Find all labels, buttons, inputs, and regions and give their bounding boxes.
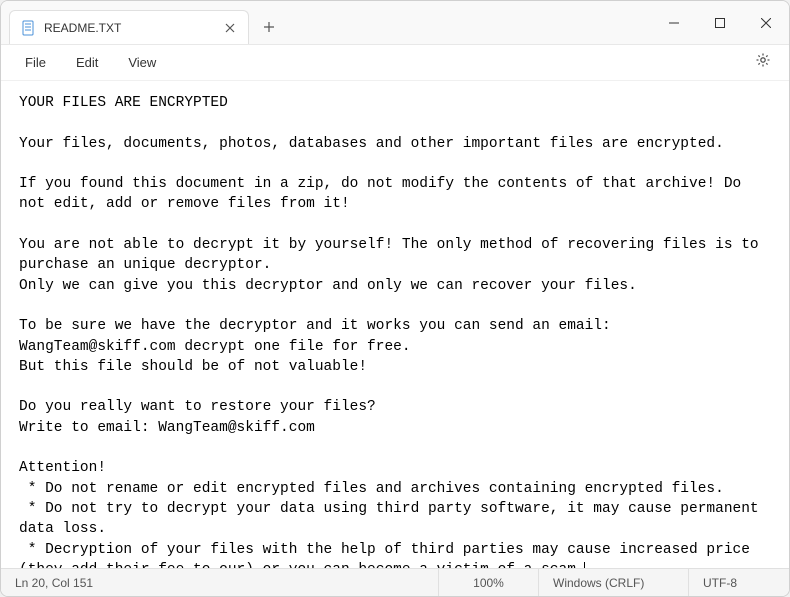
gear-icon [754, 51, 772, 74]
notepad-window: README.TXT File Edit View [0, 0, 790, 597]
document-text: YOUR FILES ARE ENCRYPTED Your files, doc… [19, 95, 767, 568]
maximize-button[interactable] [697, 1, 743, 45]
settings-button[interactable] [747, 47, 779, 79]
tab-title: README.TXT [44, 21, 214, 35]
tab-readme[interactable]: README.TXT [9, 10, 249, 44]
close-icon[interactable] [222, 20, 238, 36]
close-button[interactable] [743, 1, 789, 45]
status-zoom[interactable]: 100% [439, 569, 539, 596]
window-controls [651, 1, 789, 44]
titlebar: README.TXT [1, 1, 789, 45]
tab-area: README.TXT [1, 1, 651, 44]
menubar: File Edit View [1, 45, 789, 81]
text-editor-area[interactable]: YOUR FILES ARE ENCRYPTED Your files, doc… [1, 81, 789, 568]
new-tab-button[interactable] [253, 10, 285, 44]
status-encoding[interactable]: UTF-8 [689, 569, 789, 596]
menu-edit[interactable]: Edit [62, 49, 112, 76]
minimize-button[interactable] [651, 1, 697, 45]
statusbar: Ln 20, Col 151 100% Windows (CRLF) UTF-8 [1, 568, 789, 596]
status-position[interactable]: Ln 20, Col 151 [1, 569, 439, 596]
menu-file[interactable]: File [11, 49, 60, 76]
file-icon [20, 20, 36, 36]
menu-view[interactable]: View [114, 49, 170, 76]
status-line-ending[interactable]: Windows (CRLF) [539, 569, 689, 596]
